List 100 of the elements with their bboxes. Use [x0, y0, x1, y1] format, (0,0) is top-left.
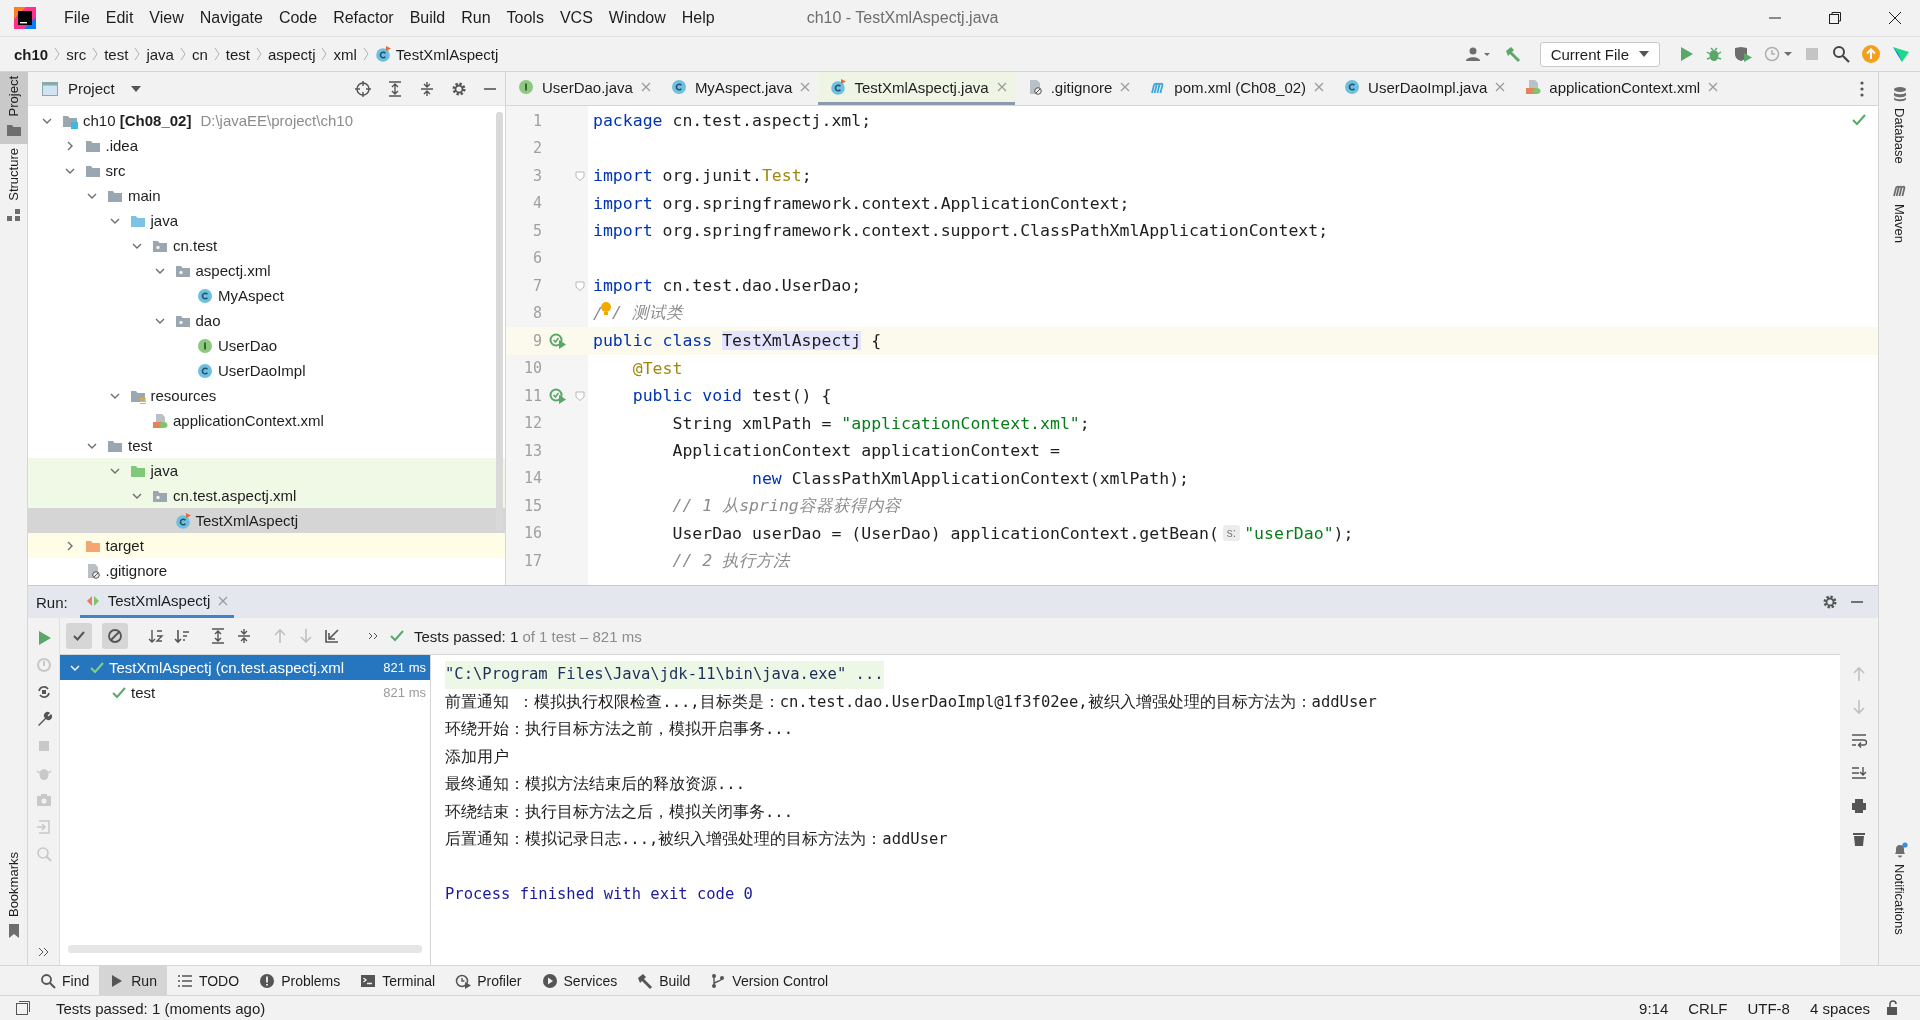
editor-tab[interactable]: UserDao.java [506, 72, 659, 105]
dropdown-caret-icon[interactable] [130, 84, 141, 93]
settings-icon[interactable] [1822, 594, 1838, 610]
editor-tab[interactable]: TestXmlAspectj.java [818, 72, 1015, 105]
fold-marker-icon[interactable] [575, 170, 585, 181]
menu-item[interactable]: Help [673, 5, 723, 31]
tree-item[interactable]: cn.test.aspectj.xml [28, 483, 505, 508]
close-icon[interactable] [1888, 11, 1902, 25]
status-item[interactable]: CRLF [1684, 999, 1732, 1017]
test-item[interactable]: TestXmlAspectj (cn.test.aspectj.xml 821 ms [60, 655, 430, 680]
collapse-all-icon[interactable] [419, 80, 435, 97]
tree-item[interactable]: src [28, 158, 505, 183]
breadcrumb[interactable]: cn [191, 45, 208, 63]
tree-item[interactable]: java [28, 208, 505, 233]
editor-tab[interactable]: UserDaoImpl.java [1332, 72, 1514, 105]
tree-item[interactable]: ch10 [Ch08_02] D:\javaEE\project\ch10 [28, 108, 505, 133]
status-item[interactable]: 9:14 [1635, 999, 1673, 1017]
collapse-all-icon[interactable] [236, 628, 252, 644]
tool-window-button[interactable]: Notifications [1891, 838, 1908, 949]
tool-window-tab[interactable]: Terminal [350, 966, 446, 995]
tool-window-tab[interactable]: Build [627, 966, 701, 995]
tool-window-tab[interactable]: TODO [166, 966, 250, 995]
trash-icon[interactable] [1851, 831, 1867, 847]
run-test-icon[interactable] [549, 387, 567, 404]
print-icon[interactable] [1851, 798, 1867, 814]
user-icon[interactable] [1465, 46, 1492, 62]
tool-window-tab[interactable]: Problems [249, 966, 351, 995]
toggle-auto-test-icon[interactable] [35, 684, 52, 700]
configuration-tab[interactable]: TestXmlAspectj [79, 586, 235, 618]
show-ignored-icon[interactable] [102, 623, 128, 649]
menu-item[interactable]: View [141, 5, 192, 31]
editor-tab[interactable]: pom.xml (Ch08_02) [1138, 72, 1333, 105]
breadcrumb[interactable]: java [146, 45, 174, 63]
tree-item[interactable]: applicationContext.xml [28, 408, 505, 433]
expand-all-icon[interactable] [387, 80, 403, 97]
more-tools-icon[interactable] [37, 947, 50, 957]
locate-icon[interactable] [355, 80, 371, 97]
tool-window-tab[interactable]: Find [30, 966, 100, 995]
run-test-icon[interactable] [549, 332, 567, 349]
tree-item[interactable]: test [28, 433, 505, 458]
tree-item[interactable]: aspectj.xml [28, 258, 505, 283]
status-item[interactable]: 4 spaces [1805, 999, 1874, 1017]
menu-item[interactable]: Tools [498, 5, 552, 31]
menu-item[interactable]: Run [453, 5, 499, 31]
tree-item[interactable]: target [28, 533, 505, 558]
breadcrumb[interactable]: src [66, 45, 87, 63]
tree-item[interactable]: dao [28, 308, 505, 333]
lock-icon[interactable] [1886, 1000, 1900, 1016]
breadcrumb[interactable]: ch10 [14, 45, 49, 63]
tree-item[interactable]: UserDaoImpl [28, 358, 505, 383]
panel-title[interactable]: Project [68, 80, 115, 97]
more-icon[interactable] [1860, 80, 1864, 97]
fold-marker-icon[interactable] [575, 390, 585, 401]
menu-item[interactable]: Build [401, 5, 454, 31]
menu-item[interactable]: Navigate [191, 5, 271, 31]
editor-tab[interactable]: .gitignore [1014, 72, 1139, 105]
sort-duration-icon[interactable] [174, 628, 190, 644]
tool-window-button[interactable]: Maven [1891, 177, 1908, 257]
coverage-icon[interactable] [1734, 46, 1752, 62]
show-passed-icon[interactable] [66, 623, 92, 649]
sort-alpha-icon[interactable] [148, 628, 164, 644]
breadcrumb[interactable]: test [104, 45, 129, 63]
status-item[interactable]: UTF-8 [1743, 999, 1794, 1017]
menu-item[interactable]: Edit [97, 5, 142, 31]
menu-item[interactable]: VCS [551, 5, 601, 31]
editor-tab[interactable]: MyAspect.java [658, 72, 819, 105]
profile-icon[interactable] [1764, 46, 1792, 62]
run-icon[interactable] [1678, 46, 1694, 62]
expand-all-icon[interactable] [210, 628, 226, 644]
plugin-logo-icon[interactable] [1892, 45, 1910, 63]
tree-item[interactable]: java [28, 458, 505, 483]
scroll-to-end-icon[interactable] [1851, 765, 1867, 781]
tree-item[interactable]: .idea [28, 133, 505, 158]
run-configuration-dropdown[interactable]: Current File [1539, 41, 1660, 67]
tree-item[interactable]: TestXmlAspectj [28, 508, 505, 533]
tree-item[interactable]: MyAspect [28, 283, 505, 308]
breadcrumb[interactable]: test [225, 45, 250, 63]
settings-icon[interactable] [451, 80, 467, 97]
tool-window-tab[interactable]: Version Control [700, 966, 839, 995]
tool-window-button[interactable]: Structure [0, 144, 28, 230]
tree-item[interactable]: resources [28, 383, 505, 408]
tool-window-tab[interactable]: Run [99, 966, 167, 995]
scrollbar[interactable] [496, 112, 503, 532]
tree-item[interactable]: .gitignore [28, 558, 505, 583]
restore-icon[interactable] [1828, 11, 1842, 25]
search-icon[interactable] [1832, 45, 1850, 63]
test-item[interactable]: test 821 ms [60, 680, 430, 705]
tree-item[interactable]: main [28, 183, 505, 208]
breadcrumb[interactable]: aspectj [267, 45, 316, 63]
menu-item[interactable]: Refactor [325, 5, 402, 31]
breadcrumb[interactable]: TestXmlAspectj [395, 45, 499, 63]
tool-window-button[interactable]: Bookmarks [0, 847, 28, 945]
menu-item[interactable]: Window [600, 5, 674, 31]
tool-window-button[interactable]: Project [0, 72, 28, 145]
debug-icon[interactable] [1706, 46, 1722, 62]
scrollbar[interactable] [68, 945, 422, 953]
editor-tab[interactable]: applicationContext.xml [1513, 72, 1727, 105]
breadcrumb[interactable]: xml [333, 45, 357, 63]
soft-wrap-icon[interactable] [1851, 732, 1867, 748]
tree-item[interactable]: UserDao [28, 333, 505, 358]
